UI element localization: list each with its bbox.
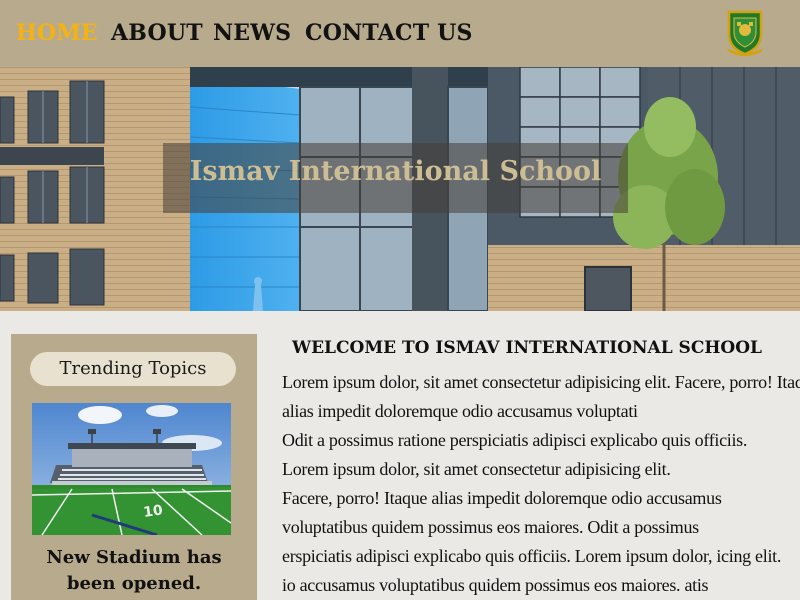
nav-home-link[interactable]: HOME xyxy=(16,20,98,46)
nav-contact-us-link[interactable]: CONTACT US xyxy=(305,20,473,46)
trending-topics-panel: Trending Topics 10 New Stadium has been … xyxy=(11,334,257,600)
stadium-news-caption[interactable]: New Stadium has been opened. xyxy=(11,545,257,597)
body-line: Facere, porro! Itaque alias impedit dolo… xyxy=(282,488,722,508)
nav-news-link[interactable]: NEWS xyxy=(213,20,291,46)
trending-topics-heading: Trending Topics xyxy=(30,352,236,386)
body-line: erspiciatis adipisci explicabo quis offi… xyxy=(282,546,782,566)
hero-title: Ismav International School xyxy=(189,156,602,187)
hero-title-overlay: Ismav International School xyxy=(163,143,628,213)
body-line: voluptatibus quidem possimus eos maiores… xyxy=(282,517,699,537)
nav-about-link[interactable]: ABOUT xyxy=(111,20,203,46)
body-line: Lorem ipsum dolor, sit amet consectetur … xyxy=(282,459,671,479)
welcome-body-text: Lorem ipsum dolor, sit amet consectetur … xyxy=(282,368,800,600)
caption-line-1: New Stadium has xyxy=(46,547,222,568)
body-line: alias impedit doloremque odio accusamus … xyxy=(282,401,638,421)
stadium-image[interactable]: 10 xyxy=(32,403,231,535)
hero-banner: Ismav International School xyxy=(0,67,800,311)
welcome-heading: WELCOME TO ISMAV INTERNATIONAL SCHOOL xyxy=(292,338,762,358)
top-nav-bar: HOME ABOUT NEWS CONTACT US xyxy=(0,0,800,67)
body-line: io accusamus voluptatibus quidem possimu… xyxy=(282,575,709,595)
body-line: Lorem ipsum dolor, sit amet consectetur … xyxy=(282,372,800,392)
body-line: Odit a possimus ratione perspiciatis adi… xyxy=(282,430,748,450)
caption-line-2: been opened. xyxy=(66,573,202,594)
svg-text:10: 10 xyxy=(142,502,164,521)
school-crest-icon[interactable] xyxy=(725,8,765,56)
